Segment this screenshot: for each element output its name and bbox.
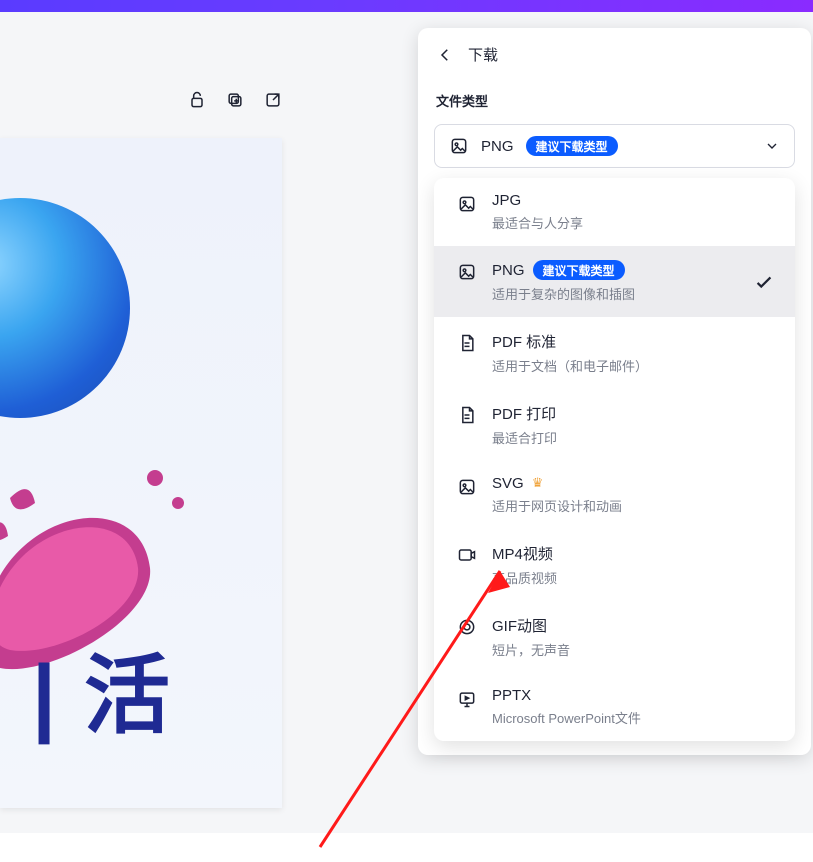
option-subtitle: 适用于复杂的图像和插图 — [492, 284, 635, 303]
video-icon — [456, 543, 478, 565]
option-title-label: PDF 打印 — [492, 403, 556, 424]
file-type-option[interactable]: PDF 打印最适合打印 — [434, 389, 795, 461]
slides-icon — [456, 687, 478, 709]
option-title-label: PDF 标准 — [492, 331, 556, 352]
mini-toolbar — [187, 90, 283, 110]
pdf-icon — [456, 331, 478, 353]
option-subtitle: 适用于网页设计和动画 — [492, 496, 622, 515]
back-icon[interactable] — [436, 46, 454, 64]
image-icon — [456, 260, 478, 282]
top-gradient-bar — [0, 0, 813, 12]
option-text: PDF 打印最适合打印 — [492, 403, 557, 447]
selected-format-label: PNG — [481, 138, 514, 155]
option-subtitle: 最适合打印 — [492, 428, 557, 447]
option-title: GIF动图 — [492, 615, 570, 636]
option-text: SVG ♛ 适用于网页设计和动画 — [492, 475, 622, 515]
export-icon[interactable] — [263, 90, 283, 110]
option-text: MP4视频高品质视频 — [492, 543, 557, 587]
crown-icon: ♛ — [532, 475, 544, 491]
option-title-label: PNG — [492, 262, 525, 279]
file-type-option[interactable]: PNG 建议下载类型适用于复杂的图像和插图 — [434, 246, 795, 317]
option-title: PPTX — [492, 687, 641, 704]
option-title-label: MP4视频 — [492, 543, 553, 564]
option-subtitle: 最适合与人分享 — [492, 213, 583, 232]
option-title-label: SVG — [492, 475, 524, 492]
option-title-label: GIF动图 — [492, 615, 547, 636]
option-title: PNG 建议下载类型 — [492, 260, 635, 280]
chevron-down-icon — [764, 138, 780, 154]
option-text: GIF动图短片，无声音 — [492, 615, 570, 659]
image-icon — [449, 136, 469, 156]
design-headline: ∶| 活 — [0, 625, 172, 750]
option-title-label: PPTX — [492, 687, 531, 704]
file-type-option[interactable]: PDF 标准适用于文档（和电子邮件） — [434, 317, 795, 389]
option-text: PDF 标准适用于文档（和电子邮件） — [492, 331, 648, 375]
option-text: PNG 建议下载类型适用于复杂的图像和插图 — [492, 260, 635, 303]
file-type-option[interactable]: MP4视频高品质视频 — [434, 529, 795, 601]
file-type-option[interactable]: GIF动图短片，无声音 — [434, 601, 795, 673]
recommended-badge: 建议下载类型 — [533, 260, 625, 280]
option-subtitle: 短片，无声音 — [492, 640, 570, 659]
pdf-icon — [456, 403, 478, 425]
image-icon — [456, 475, 478, 497]
option-subtitle: 适用于文档（和电子邮件） — [492, 356, 648, 375]
check-icon — [753, 271, 775, 293]
file-type-option[interactable]: JPG 最适合与人分享 — [434, 178, 795, 246]
option-title: PDF 标准 — [492, 331, 648, 352]
option-title: MP4视频 — [492, 543, 557, 564]
download-panel: 下载 文件类型 PNG 建议下载类型 JPG 最适合与人分享 PNG 建议下载类型适用… — [418, 28, 811, 755]
file-type-options: JPG 最适合与人分享 PNG 建议下载类型适用于复杂的图像和插图 PDF 标准适用于文… — [434, 178, 795, 741]
file-type-label: 文件类型 — [418, 83, 811, 118]
option-text: PPTX Microsoft PowerPoint文件 — [492, 687, 641, 727]
panel-title: 下载 — [468, 44, 498, 65]
lock-icon[interactable] — [187, 90, 207, 110]
recommended-badge: 建议下载类型 — [526, 136, 618, 156]
workspace: ∶| 活 下载 文件类型 PNG 建议下载类型 — [0, 12, 813, 833]
design-artboard[interactable]: ∶| 活 — [0, 138, 282, 808]
option-title: SVG ♛ — [492, 475, 622, 492]
file-type-dropdown[interactable]: PNG 建议下载类型 — [434, 124, 795, 168]
file-type-option[interactable]: PPTX Microsoft PowerPoint文件 — [434, 673, 795, 741]
option-title-label: JPG — [492, 192, 521, 209]
option-subtitle: Microsoft PowerPoint文件 — [492, 708, 641, 727]
design-sphere — [0, 198, 130, 418]
file-type-option[interactable]: SVG ♛ 适用于网页设计和动画 — [434, 461, 795, 529]
gif-icon — [456, 615, 478, 637]
option-title: JPG — [492, 192, 583, 209]
option-title: PDF 打印 — [492, 403, 557, 424]
panel-header: 下载 — [418, 28, 811, 83]
option-subtitle: 高品质视频 — [492, 568, 557, 587]
image-icon — [456, 192, 478, 214]
duplicate-icon[interactable] — [225, 90, 245, 110]
option-text: JPG 最适合与人分享 — [492, 192, 583, 232]
